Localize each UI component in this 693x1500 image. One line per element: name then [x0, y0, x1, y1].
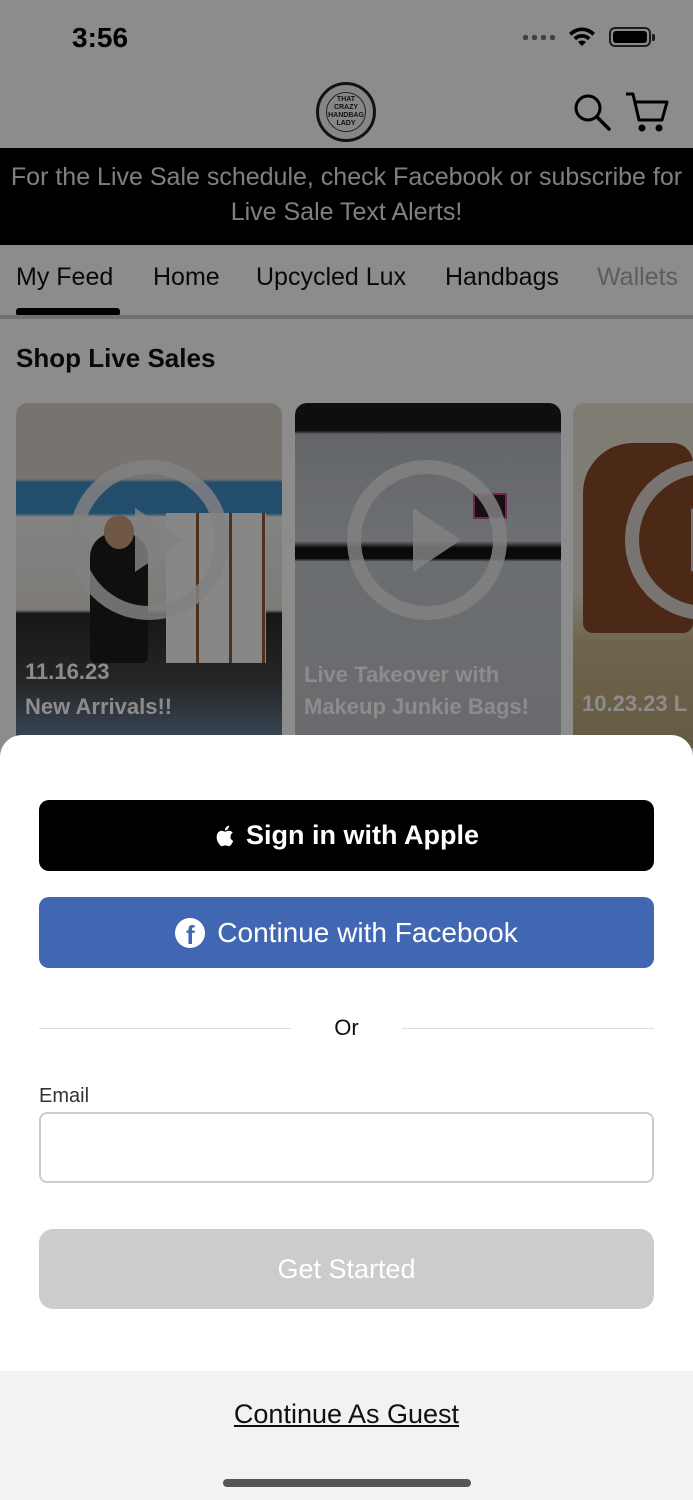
apple-icon	[216, 825, 234, 846]
guest-footer: Continue As Guest	[0, 1371, 693, 1500]
get-started-button[interactable]: Get Started	[39, 1229, 654, 1309]
continue-as-guest-link[interactable]: Continue As Guest	[0, 1399, 693, 1430]
sign-in-sheet: Sign in with Apple f Continue with Faceb…	[0, 735, 693, 1500]
email-field[interactable]	[39, 1112, 654, 1183]
facebook-icon: f	[175, 917, 206, 948]
divider-right	[402, 1028, 654, 1029]
facebook-button-label: Continue with Facebook	[217, 916, 518, 948]
continue-facebook-button[interactable]: f Continue with Facebook	[39, 897, 654, 968]
sign-in-apple-button[interactable]: Sign in with Apple	[39, 800, 654, 871]
get-started-label: Get Started	[277, 1253, 416, 1284]
apple-button-label: Sign in with Apple	[246, 820, 479, 850]
email-label: Email	[39, 1085, 90, 1107]
home-indicator	[223, 1479, 471, 1487]
